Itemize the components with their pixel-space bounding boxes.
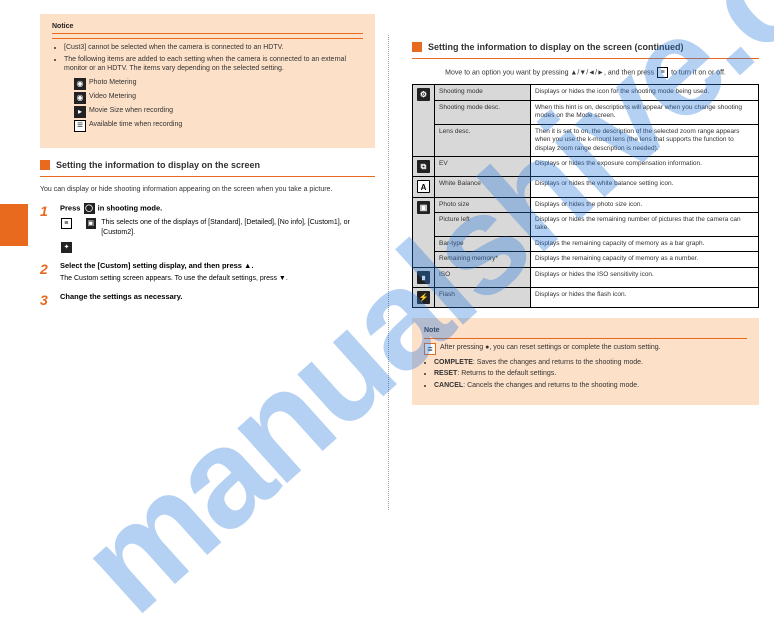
row-desc: Displays or hides the exposure compensat…: [531, 157, 759, 177]
left-column: Notice [Cust3] cannot be selected when t…: [40, 14, 375, 308]
notice-bullet: The following items are added to each se…: [64, 55, 363, 74]
row-label: Picture left: [435, 212, 531, 236]
wb-icon: A: [417, 180, 430, 193]
row-label: Shooting mode desc.: [435, 100, 531, 124]
table-row: Picture left Displays or hides the remai…: [413, 212, 759, 236]
icon-line-text: Photo Metering: [89, 78, 136, 87]
row-desc: Displays or hides the flash icon.: [531, 287, 759, 307]
lead-post: to turn it on or off.: [671, 69, 726, 76]
metering-video-icon: ◉: [74, 92, 86, 104]
table-row: ∎ ISO Displays or hides the ISO sensitiv…: [413, 267, 759, 287]
right-section-header: Setting the information to display on th…: [412, 42, 759, 52]
icon-line-text: Movie Size when recording: [89, 106, 173, 115]
row-label: EV: [435, 157, 531, 177]
flash-icon: ⚡: [417, 291, 430, 304]
disp-button-icon: ◯: [84, 203, 95, 214]
gear-icon: ⚙: [417, 88, 430, 101]
notice-bullet: [Cust3] cannot be selected when the came…: [64, 43, 363, 52]
note-rule: [424, 338, 747, 339]
step-3: 3 Change the settings as necessary.: [40, 292, 375, 308]
menu-icon: [74, 120, 86, 132]
movie-icon: ▸: [74, 106, 86, 118]
row-desc: Displays or hides the white balance sett…: [531, 177, 759, 197]
step2-body: The Custom setting screen appears. To us…: [60, 274, 375, 284]
row-desc: Displays or hides the photo size icon.: [531, 197, 759, 212]
picture-icon: ▣: [86, 218, 97, 229]
table-row: Lens desc. Then it is set to on, the des…: [413, 124, 759, 156]
row-label: Photo size: [435, 197, 531, 212]
note-item: CANCEL: Cancels the changes and returns …: [434, 381, 747, 391]
section-title: Setting the information to display on th…: [428, 42, 684, 52]
step-number: 3: [40, 292, 54, 308]
settings-table: ⚙ Shooting mode Displays or hides the ic…: [412, 84, 759, 307]
notice-box: Notice [Cust3] cannot be selected when t…: [40, 14, 375, 148]
section-rule: [412, 58, 759, 59]
row-desc: When this hint is on, descriptions will …: [531, 100, 759, 124]
lead-pre: Move to an option you want by pressing ▲…: [445, 69, 656, 76]
table-row: Shooting mode desc. When this hint is on…: [413, 100, 759, 124]
row-label: White Balance: [435, 177, 531, 197]
section-title: Setting the information to display on th…: [56, 160, 260, 170]
section-bullet: [412, 42, 422, 52]
row-desc: Displays or hides the remaining number o…: [531, 212, 759, 236]
intro-text: You can display or hide shooting informa…: [40, 185, 375, 195]
row-desc: Displays the remaining capacity of memor…: [531, 236, 759, 251]
icon-line-text: Available time when recording: [89, 120, 182, 129]
table-row: ⚡ Flash Displays or hides the flash icon…: [413, 287, 759, 307]
row-label: Lens desc.: [435, 124, 531, 156]
note-title: Note: [424, 326, 747, 336]
note-line1: After pressing ●, you can reset settings…: [440, 343, 661, 353]
notice-rule-top: [52, 33, 363, 34]
picture-icon: ▣: [417, 201, 430, 214]
step-number: 1: [40, 203, 54, 253]
right-column: Setting the information to display on th…: [412, 30, 759, 405]
notice-rule-bottom: [52, 38, 363, 39]
row-label: Bar-type: [435, 236, 531, 251]
right-lead: Move to an option you want by pressing ▲…: [412, 67, 759, 78]
row-label: Shooting mode: [435, 85, 531, 100]
step1-body: This selects one of the displays of [Sta…: [101, 218, 375, 238]
step-2: 2 Select the [Custom] setting display, a…: [40, 261, 375, 284]
control-icon: ✦: [61, 242, 72, 253]
note-item: COMPLETE: Saves the changes and returns …: [434, 358, 747, 368]
ev-icon: ⧉: [417, 160, 430, 173]
note-box: Note ≡ After pressing ●, you can reset s…: [412, 318, 759, 405]
iso-icon: ∎: [417, 271, 430, 284]
step1-head-pre: Press: [60, 203, 83, 212]
step-number: 2: [40, 261, 54, 284]
step3-head: Change the settings as necessary.: [60, 292, 375, 303]
step-1: 1 Press ◯ in shooting mode. ≡ ▣ This sel…: [40, 203, 375, 253]
column-divider: [388, 35, 389, 510]
row-label: Remaining memory*: [435, 252, 531, 267]
row-label: ISO: [435, 267, 531, 287]
row-desc: Displays or hides the icon for the shoot…: [531, 85, 759, 100]
row-label: Flash: [435, 287, 531, 307]
menu-icon: ≡: [657, 67, 668, 78]
row-desc: Then it is set to on, the description of…: [531, 124, 759, 156]
table-row: ⚙ Shooting mode Displays or hides the ic…: [413, 85, 759, 100]
section-rule: [40, 176, 375, 177]
table-row: Remaining memory* Displays the remaining…: [413, 252, 759, 267]
table-row: ▣ Photo size Displays or hides the photo…: [413, 197, 759, 212]
page-edge-tab: [0, 204, 28, 246]
note-item: RESET: Returns to the default settings.: [434, 369, 747, 379]
table-row: ⧉ EV Displays or hides the exposure comp…: [413, 157, 759, 177]
icon-line-text: Video Metering: [89, 92, 136, 101]
step2-head: Select the [Custom] setting display, and…: [60, 261, 375, 272]
menu-icon: ≡: [61, 218, 72, 229]
table-row: Bar-type Displays the remaining capacity…: [413, 236, 759, 251]
row-desc: Displays the remaining capacity of memor…: [531, 252, 759, 267]
left-section-header: Setting the information to display on th…: [40, 160, 375, 170]
step1-head-post: in shooting mode.: [98, 203, 163, 212]
row-desc: Displays or hides the ISO sensitivity ic…: [531, 267, 759, 287]
menu-icon: ≡: [424, 343, 436, 355]
metering-icon: ◉: [74, 78, 86, 90]
table-row: A White Balance Displays or hides the wh…: [413, 177, 759, 197]
notice-title: Notice: [52, 22, 363, 31]
section-bullet: [40, 160, 50, 170]
